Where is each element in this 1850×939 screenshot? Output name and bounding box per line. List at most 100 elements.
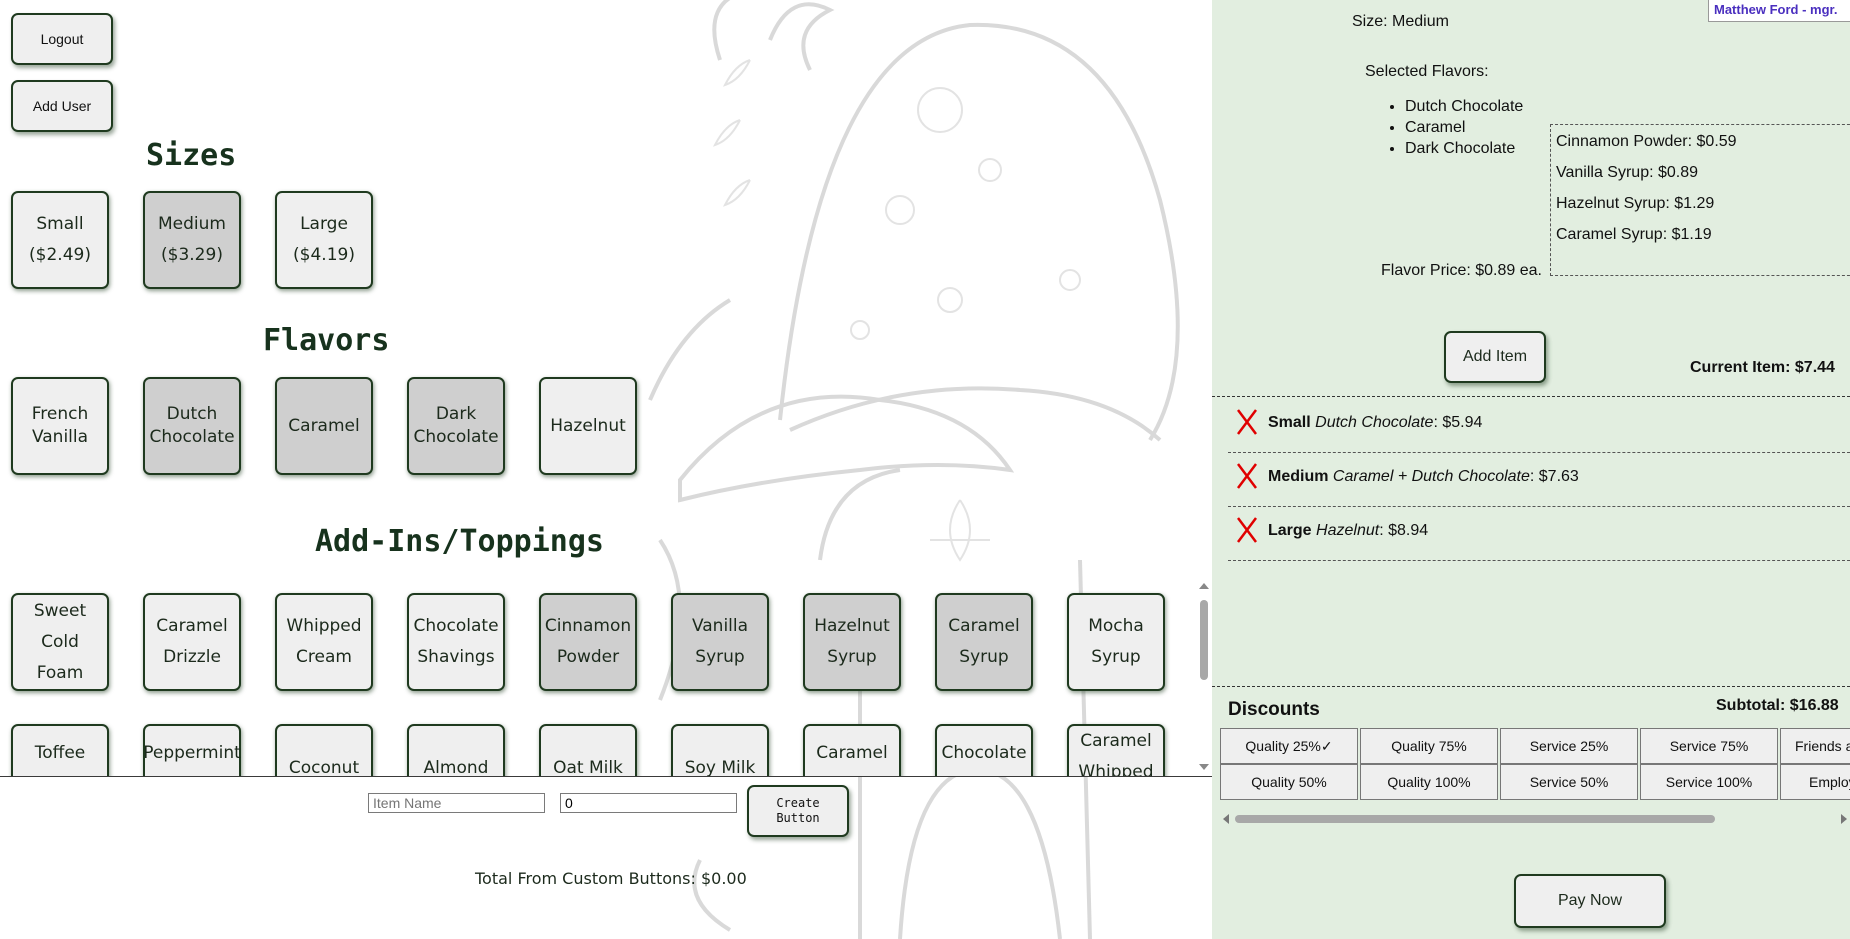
flavor-label: French bbox=[31, 404, 89, 424]
addin-button-cinnamon-powder[interactable]: Cinnamon Powder bbox=[539, 593, 637, 691]
custom-buttons-total: Total From Custom Buttons: $0.00 bbox=[475, 869, 747, 888]
addin-button-caramel-syrup[interactable]: Caramel Syrup bbox=[935, 593, 1033, 691]
discount-service-100-button[interactable]: Service 100% bbox=[1640, 764, 1778, 800]
addin-label: Vanilla bbox=[691, 616, 749, 636]
addin-price-line: Vanilla Syrup: $0.89 bbox=[1556, 164, 1699, 181]
discount-friends-button[interactable]: Friends and bbox=[1780, 728, 1850, 764]
add-item-button[interactable]: Add Item bbox=[1444, 331, 1546, 383]
addin-label: Almond Milk bbox=[423, 758, 489, 776]
addin-button-chocolate[interactable]: Chocolate bbox=[935, 724, 1033, 776]
discount-service-25-button[interactable]: Service 25% bbox=[1500, 728, 1638, 764]
addin-button-mocha-syrup[interactable]: Mocha Syrup bbox=[1067, 593, 1165, 691]
addin-button-soy-milk[interactable]: Soy Milk bbox=[671, 724, 769, 776]
addin-button-toffee-nut[interactable]: Toffee Nut bbox=[11, 724, 109, 776]
discount-quality-25-button[interactable]: Quality 25%✓ bbox=[1220, 728, 1358, 764]
order-item-row: Large Hazelnut: $8.94 bbox=[1228, 506, 1850, 561]
flavor-button-dutch-chocolate[interactable]: Dutch Chocolate bbox=[143, 377, 241, 475]
order-item-text: Large Hazelnut: $8.94 bbox=[1268, 522, 1428, 540]
flavor-label: Caramel bbox=[288, 415, 360, 436]
remove-item-icon[interactable] bbox=[1235, 516, 1259, 544]
addin-button-coconut-milk[interactable]: Coconut Milk bbox=[275, 724, 373, 776]
order-item-size: Small bbox=[1268, 414, 1311, 431]
addins-scroll-area[interactable]: Sweet Cold Foam Caramel Drizzle Whipped Cre… bbox=[0, 585, 1200, 776]
flavor-button-dark-chocolate[interactable]: Dark Chocolate bbox=[407, 377, 505, 475]
flavor-button-caramel[interactable]: Caramel bbox=[275, 377, 373, 475]
discounts-scroll-area[interactable]: Quality 25%✓ Quality 75% Service 25% Ser… bbox=[1220, 726, 1850, 802]
selected-flavors-label: Selected Flavors: bbox=[1365, 63, 1489, 80]
item-price-input[interactable] bbox=[560, 793, 737, 813]
discount-quality-75-button[interactable]: Quality 75% bbox=[1360, 728, 1498, 764]
order-item-text: Small Dutch Chocolate: $5.94 bbox=[1268, 414, 1482, 432]
addin-button-vanilla-syrup[interactable]: Vanilla Syrup bbox=[671, 593, 769, 691]
scroll-thumb bbox=[1235, 815, 1715, 823]
scroll-up-arrow-icon bbox=[1199, 583, 1209, 589]
scroll-down-arrow-icon bbox=[1199, 764, 1209, 770]
addin-label: Oat Milk bbox=[553, 758, 623, 776]
addin-button-oat-milk[interactable]: Oat Milk bbox=[539, 724, 637, 776]
order-item-flavor: Caramel + Dutch Chocolate bbox=[1332, 468, 1530, 485]
addin-button-sweet-cold-foam[interactable]: Sweet Cold Foam bbox=[11, 593, 109, 691]
addin-label: Drizzle bbox=[163, 647, 221, 667]
logout-button[interactable]: Logout bbox=[11, 13, 113, 65]
addin-label: Caramel bbox=[156, 616, 228, 636]
order-item-size: Large bbox=[1268, 522, 1312, 539]
add-user-button[interactable]: Add User bbox=[11, 80, 113, 132]
addin-button-caramel-2[interactable]: Caramel bbox=[803, 724, 901, 776]
addin-button-hazelnut-syrup[interactable]: Hazelnut Syrup bbox=[803, 593, 901, 691]
discounts-horizontal-scrollbar[interactable] bbox=[1220, 811, 1850, 827]
addin-button-peppermint[interactable]: Peppermint bbox=[143, 724, 241, 776]
remove-item-icon[interactable] bbox=[1235, 462, 1259, 490]
selected-flavors-list: Dutch Chocolate Caramel Dark Chocolate bbox=[1382, 98, 1523, 161]
size-button-medium[interactable]: Medium ($3.29) bbox=[143, 191, 241, 289]
size-button-large[interactable]: Large ($4.19) bbox=[275, 191, 373, 289]
addin-button-chocolate-shavings[interactable]: Chocolate Shavings bbox=[407, 593, 505, 691]
create-button-label: Create bbox=[776, 796, 820, 810]
addin-price-line: Caramel Syrup: $1.19 bbox=[1556, 226, 1712, 243]
order-item-price: : $7.63 bbox=[1529, 468, 1579, 485]
addin-label: Foam bbox=[36, 662, 84, 683]
item-name-input[interactable] bbox=[368, 793, 545, 813]
order-item-row: Small Dutch Chocolate: $5.94 bbox=[1228, 398, 1850, 453]
addin-label: Toffee Nut bbox=[34, 743, 86, 776]
flavors-heading: Flavors bbox=[263, 323, 390, 358]
scroll-left-arrow-icon bbox=[1223, 814, 1229, 824]
addin-label: Cream bbox=[296, 647, 352, 667]
addins-heading: Add-Ins/Toppings bbox=[315, 524, 604, 559]
remove-item-icon[interactable] bbox=[1235, 408, 1259, 436]
addin-label: Mocha bbox=[1088, 616, 1144, 636]
selected-flavor-item: Dark Chocolate bbox=[1405, 140, 1523, 161]
pay-now-button[interactable]: Pay Now bbox=[1514, 874, 1666, 928]
addin-button-caramel-whipped[interactable]: Caramel Whipped bbox=[1067, 724, 1165, 776]
addins-vertical-scrollbar[interactable] bbox=[1196, 580, 1212, 775]
size-name: Medium bbox=[158, 214, 226, 234]
order-item-row: Medium Caramel + Dutch Chocolate: $7.63 bbox=[1228, 452, 1850, 507]
addin-label: Syrup bbox=[959, 647, 1009, 667]
discount-quality-50-button[interactable]: Quality 50% bbox=[1220, 764, 1358, 800]
flavor-button-hazelnut[interactable]: Hazelnut bbox=[539, 377, 637, 475]
flavor-label: Dark bbox=[435, 404, 477, 424]
flavor-label: Dutch bbox=[166, 404, 218, 424]
discount-service-75-button[interactable]: Service 75% bbox=[1640, 728, 1778, 764]
size-button-small[interactable]: Small ($2.49) bbox=[11, 191, 109, 289]
addin-label: Soy Milk bbox=[684, 758, 756, 776]
scroll-right-arrow-icon bbox=[1841, 814, 1847, 824]
order-item-text: Medium Caramel + Dutch Chocolate: $7.63 bbox=[1268, 468, 1579, 486]
addin-button-almond-milk[interactable]: Almond Milk bbox=[407, 724, 505, 776]
discount-service-50-button[interactable]: Service 50% bbox=[1500, 764, 1638, 800]
addin-label: Shavings bbox=[417, 647, 495, 667]
order-item-price: : $8.94 bbox=[1379, 522, 1429, 539]
addin-label: Sweet Cold bbox=[33, 600, 87, 652]
flavor-price: Flavor Price: $0.89 ea. bbox=[1381, 262, 1542, 279]
discount-quality-100-button[interactable]: Quality 100% bbox=[1360, 764, 1498, 800]
addin-button-caramel-drizzle[interactable]: Caramel Drizzle bbox=[143, 593, 241, 691]
discount-employee-button[interactable]: Employee bbox=[1780, 764, 1850, 800]
addin-label: Whipped bbox=[1078, 762, 1154, 776]
create-button[interactable]: Create Button bbox=[747, 785, 849, 837]
create-button-label: Button bbox=[776, 811, 820, 825]
order-item-flavor: Dutch Chocolate bbox=[1315, 414, 1434, 431]
selected-flavor-item: Dutch Chocolate bbox=[1405, 98, 1523, 119]
addin-label: Syrup bbox=[695, 647, 745, 667]
flavor-button-french-vanilla[interactable]: French Vanilla bbox=[11, 377, 109, 475]
addin-button-whipped-cream[interactable]: Whipped Cream bbox=[275, 593, 373, 691]
order-item-flavor: Hazelnut bbox=[1316, 522, 1380, 539]
